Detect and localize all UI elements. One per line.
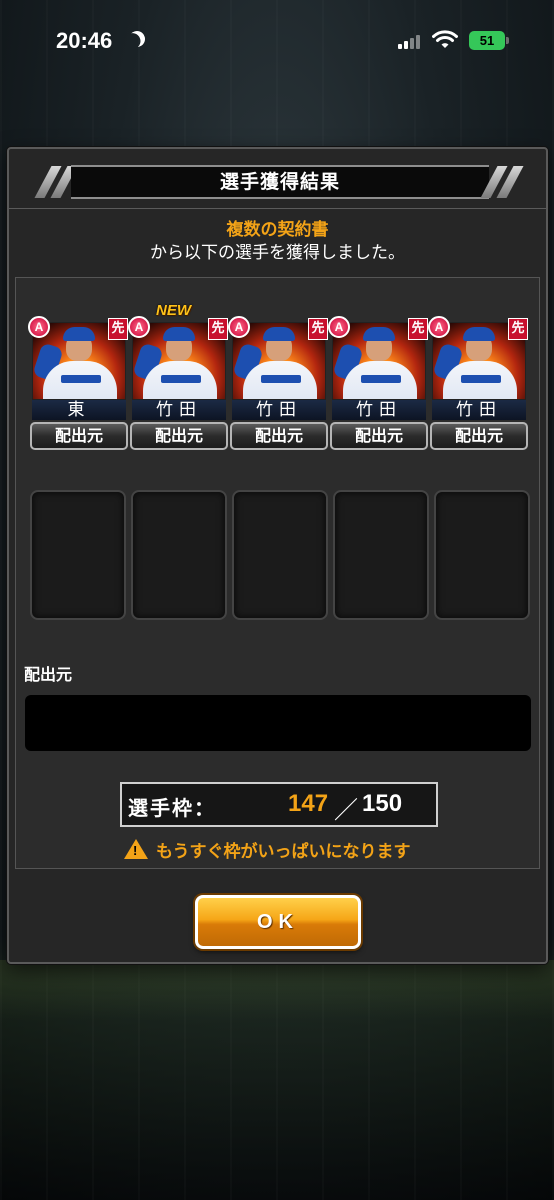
slots-separator: ／ [334, 797, 358, 824]
results-panel: A 先 東 配出元 A 先 NEW 竹田 配出元 A 先 竹田 配出元 A 先 … [15, 277, 540, 869]
player-card[interactable]: A 先 東 配出元 [28, 316, 128, 450]
new-label: NEW [156, 302, 191, 319]
empty-slot [131, 490, 227, 620]
role-badge: 先 [108, 318, 128, 340]
message-highlight: 複数の契約書 [226, 220, 329, 240]
acquisition-result-dialog: 選手獲得結果 複数の契約書 から以下の選手を獲得しました。 A 先 東 配出元 [7, 147, 548, 964]
moon-icon [126, 28, 147, 49]
player-name: 竹田 [332, 400, 426, 420]
divider [9, 208, 546, 209]
title-decoration-left [17, 166, 78, 198]
player-name: 竹田 [132, 400, 226, 420]
ok-button[interactable]: OK [195, 895, 361, 949]
source-button[interactable]: 配出元 [330, 422, 428, 450]
player-card[interactable]: A 先 竹田 配出元 [328, 316, 428, 450]
role-badge: 先 [308, 318, 328, 340]
rank-a-icon: A [228, 316, 250, 338]
source-button[interactable]: 配出元 [130, 422, 228, 450]
player-cap [63, 327, 95, 341]
player-cap [263, 327, 295, 341]
status-time: 20:46 [56, 28, 113, 53]
source-button[interactable]: 配出元 [430, 422, 528, 450]
capacity-warning: もうすぐ枠がいっぱいになります [124, 835, 454, 862]
title-decoration-right [480, 166, 541, 198]
rank-a-icon: A [328, 316, 350, 338]
source-section-label: 配出元 [24, 665, 73, 684]
rank-a-icon: A [128, 316, 150, 338]
rank-a-icon: A [28, 316, 50, 338]
role-badge: 先 [408, 318, 428, 340]
slots-current: 147 [288, 790, 329, 817]
empty-slot [434, 490, 530, 620]
slots-label: 選手枠： [128, 796, 216, 820]
player-name: 竹田 [432, 400, 526, 420]
message-text: から以下の選手を獲得しました。 [150, 243, 405, 263]
player-slots-counter: 選手枠： 147 ／ 150 [120, 782, 438, 827]
jersey-stripe [461, 375, 501, 383]
signal-icon [398, 33, 424, 49]
rank-a-icon: A [428, 316, 450, 338]
source-button[interactable]: 配出元 [30, 422, 128, 450]
source-detail-box [25, 695, 531, 751]
wifi-icon [432, 30, 458, 48]
player-cap [363, 327, 395, 341]
player-card[interactable]: A 先 NEW 竹田 配出元 [128, 302, 228, 450]
jersey-stripe [161, 375, 201, 383]
empty-slot [232, 490, 328, 620]
warning-icon [124, 839, 148, 859]
role-badge: 先 [508, 318, 528, 340]
role-badge: 先 [208, 318, 228, 340]
source-button[interactable]: 配出元 [230, 422, 328, 450]
dialog-title-bar: 選手獲得結果 [71, 165, 489, 199]
empty-slot-row [30, 490, 530, 620]
warning-text: もうすぐ枠がいっぱいになります [156, 842, 411, 862]
player-cap [463, 327, 495, 341]
player-card[interactable]: A 先 竹田 配出元 [428, 316, 528, 450]
dialog-title: 選手獲得結果 [219, 171, 340, 193]
player-card[interactable]: A 先 竹田 配出元 [228, 316, 328, 450]
jersey-stripe [61, 375, 101, 383]
jersey-stripe [361, 375, 401, 383]
status-bar: 20:46 51 [0, 0, 554, 86]
player-card-row: A 先 東 配出元 A 先 NEW 竹田 配出元 A 先 竹田 配出元 A 先 … [28, 302, 530, 450]
player-name: 東 [32, 400, 126, 420]
player-name: 竹田 [232, 400, 326, 420]
empty-slot [333, 490, 429, 620]
empty-slot [30, 490, 126, 620]
player-cap [163, 327, 195, 341]
background-field [0, 960, 554, 1020]
battery-indicator: 51 [469, 31, 509, 50]
jersey-stripe [261, 375, 301, 383]
slots-max: 150 [362, 790, 403, 817]
